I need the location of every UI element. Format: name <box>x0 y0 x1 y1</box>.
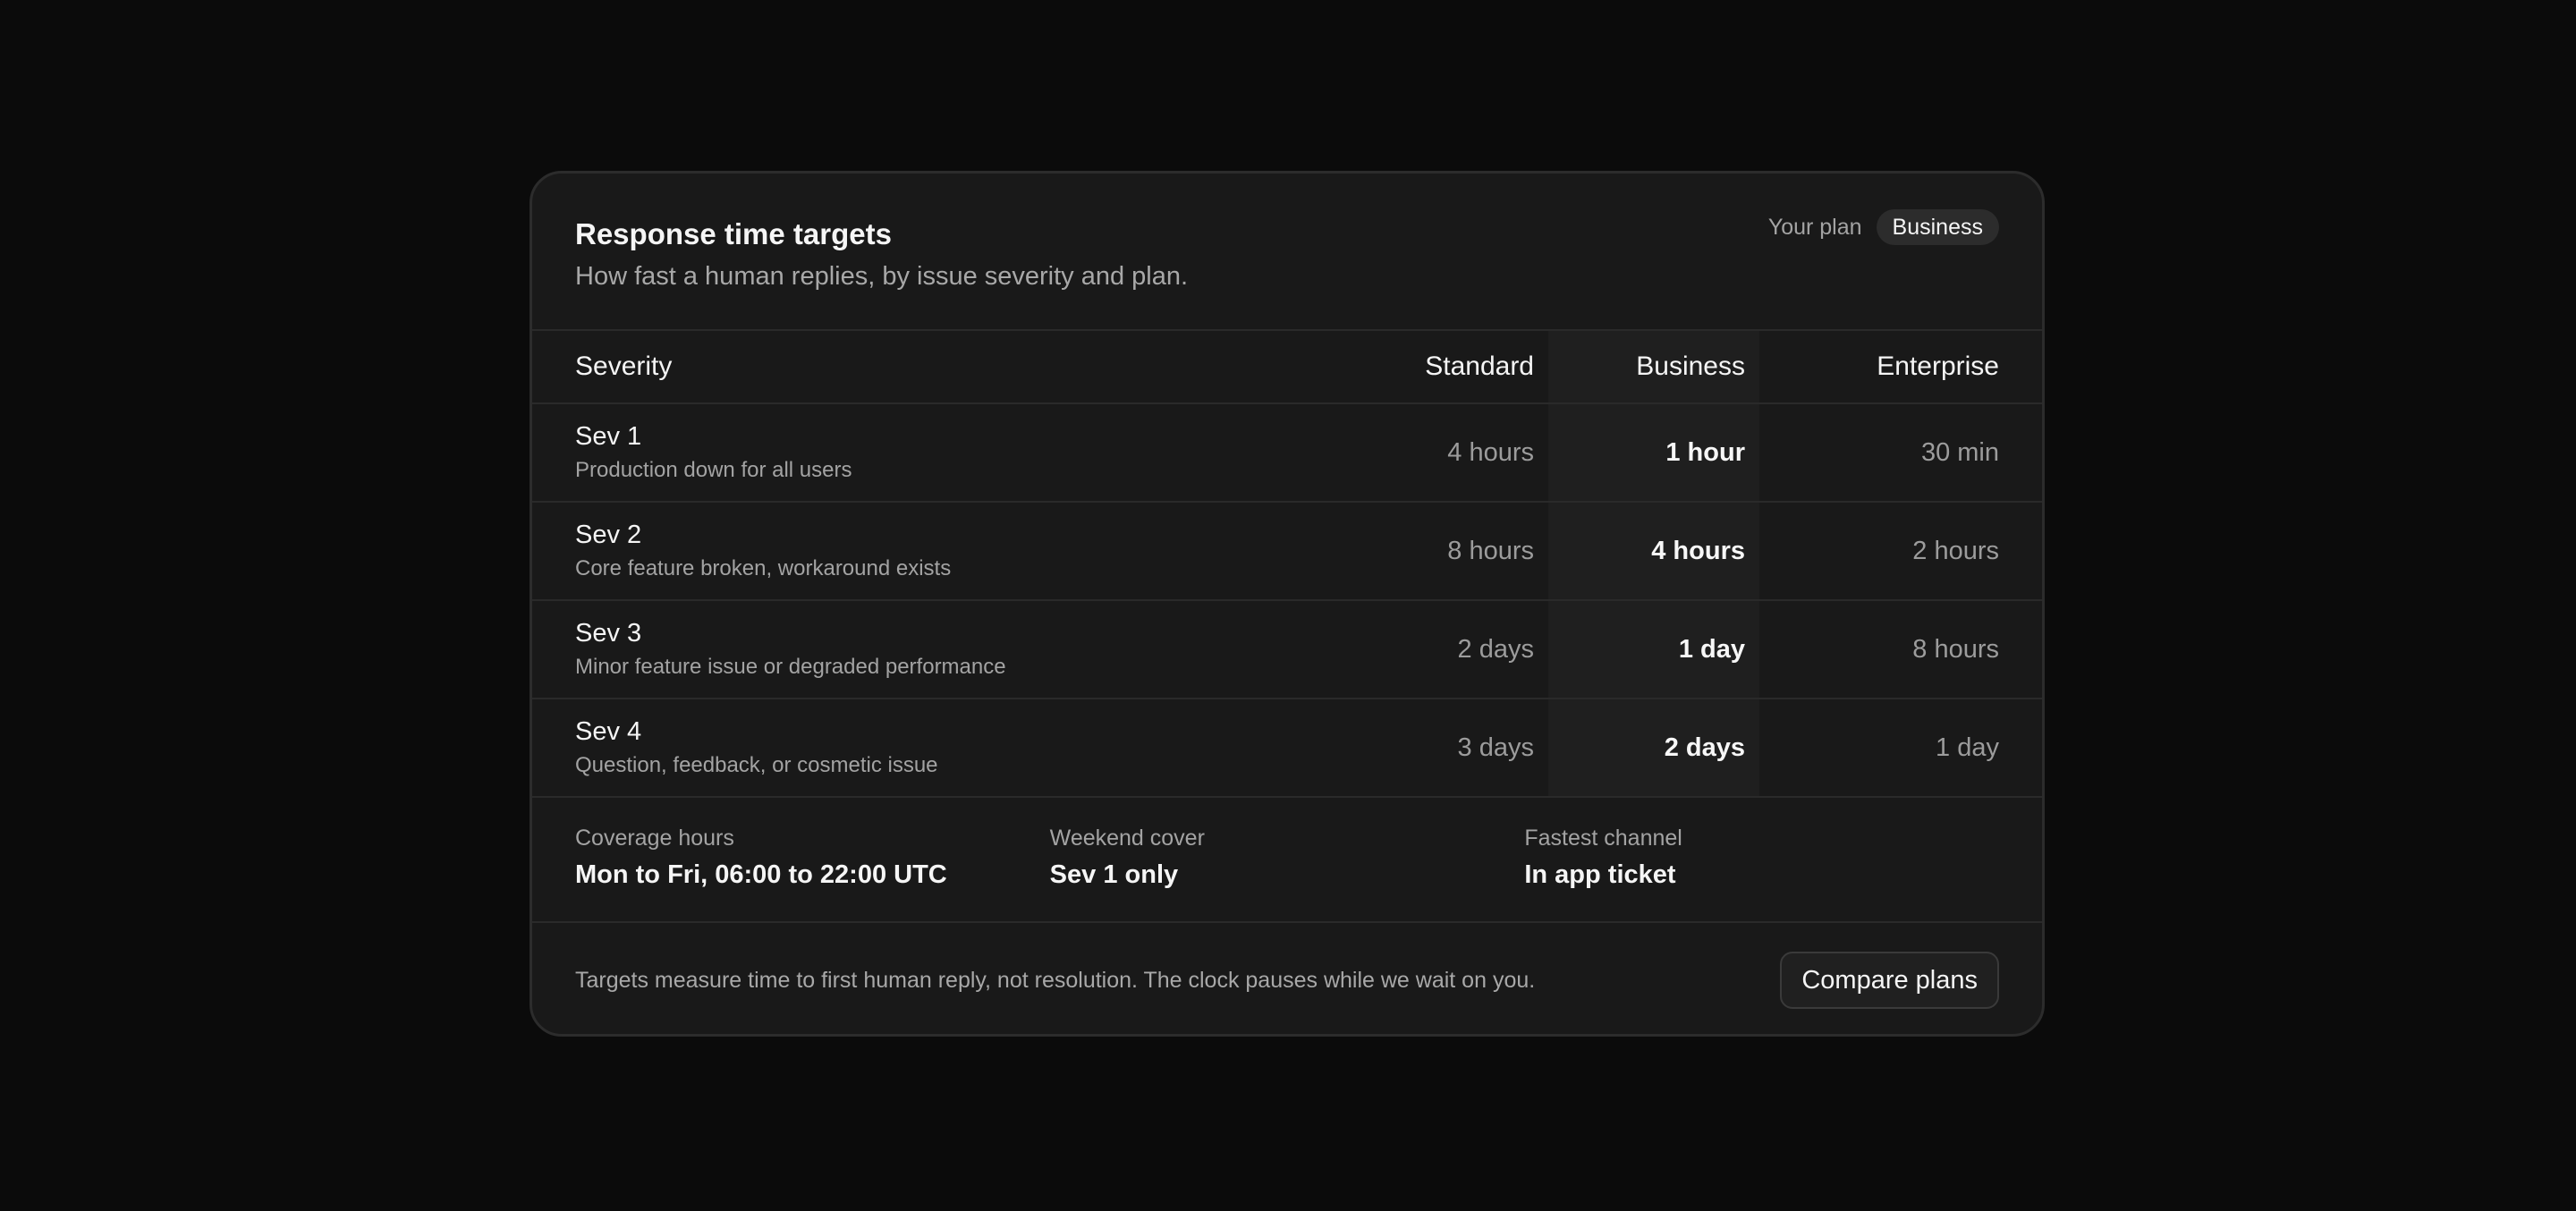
table-header-row: Severity Standard Business Enterprise <box>532 331 2042 404</box>
standard-cell: 3 days <box>1343 699 1548 798</box>
column-header-standard: Standard <box>1343 331 1548 404</box>
standard-cell: 4 hours <box>1343 403 1548 503</box>
compare-plans-button[interactable]: Compare plans <box>1780 952 1999 1009</box>
meta-value: Mon to Fri, 06:00 to 22:00 UTC <box>575 860 947 889</box>
severity-description: Minor feature issue or degraded performa… <box>575 655 1006 679</box>
response-time-table: Severity Standard Business Enterprise Se… <box>532 331 2042 798</box>
severity-cell: Sev 4 Question, feedback, or cosmetic is… <box>532 699 1343 798</box>
business-cell: 4 hours <box>1548 502 1759 601</box>
severity-name: Sev 3 <box>575 619 642 648</box>
current-plan: Your plan Business <box>1768 209 1999 245</box>
footnote: Targets measure time to first human repl… <box>575 967 1536 993</box>
column-header-business: Business <box>1548 331 1759 404</box>
plan-label: Your plan <box>1767 214 1862 240</box>
enterprise-cell: 2 hours <box>1759 502 2042 601</box>
table-row: Sev 4 Question, feedback, or cosmetic is… <box>532 699 2042 798</box>
business-cell: 2 days <box>1548 699 1759 798</box>
severity-cell: Sev 2 Core feature broken, workaround ex… <box>532 502 1343 601</box>
business-cell: 1 day <box>1548 600 1759 699</box>
severity-description: Production down for all users <box>575 458 852 482</box>
table-row: Sev 3 Minor feature issue or degraded pe… <box>532 600 2042 699</box>
severity-description: Core feature broken, workaround exists <box>575 556 952 580</box>
column-header-severity: Severity <box>532 331 1343 404</box>
severity-cell: Sev 1 Production down for all users <box>532 403 1343 503</box>
card-footer: Targets measure time to first human repl… <box>532 923 2042 1034</box>
severity-cell: Sev 3 Minor feature issue or degraded pe… <box>532 600 1343 699</box>
card-header: Response time targets How fast a human r… <box>532 174 2042 331</box>
enterprise-cell: 8 hours <box>1759 600 2042 699</box>
severity-name: Sev 2 <box>575 521 642 549</box>
fastest-channel: Fastest channel In app ticket <box>1524 823 1999 921</box>
column-header-enterprise: Enterprise <box>1759 331 2042 404</box>
table-row: Sev 2 Core feature broken, workaround ex… <box>532 502 2042 601</box>
meta-label: Coverage hours <box>575 826 734 851</box>
severity-name: Sev 4 <box>575 717 642 746</box>
business-cell: 1 hour <box>1548 403 1759 503</box>
standard-cell: 8 hours <box>1343 502 1548 601</box>
meta-label: Weekend cover <box>1049 826 1205 851</box>
severity-name: Sev 1 <box>575 422 642 451</box>
coverage-hours: Coverage hours Mon to Fri, 06:00 to 22:0… <box>575 823 1050 921</box>
enterprise-cell: 1 day <box>1759 699 2042 798</box>
meta-value: In app ticket <box>1524 860 1676 889</box>
response-time-card: Response time targets How fast a human r… <box>530 171 2045 1037</box>
enterprise-cell: 30 min <box>1759 403 2042 503</box>
severity-description: Question, feedback, or cosmetic issue <box>575 753 938 777</box>
plan-badge: Business <box>1876 209 1999 245</box>
coverage-details: Coverage hours Mon to Fri, 06:00 to 22:0… <box>532 798 2042 923</box>
weekend-cover: Weekend cover Sev 1 only <box>1050 823 1525 921</box>
table-row: Sev 1 Production down for all users 4 ho… <box>532 403 2042 503</box>
standard-cell: 2 days <box>1343 600 1548 699</box>
card-subtitle: How fast a human replies, by issue sever… <box>575 262 1189 291</box>
meta-value: Sev 1 only <box>1049 860 1179 889</box>
meta-label: Fastest channel <box>1524 826 1682 851</box>
